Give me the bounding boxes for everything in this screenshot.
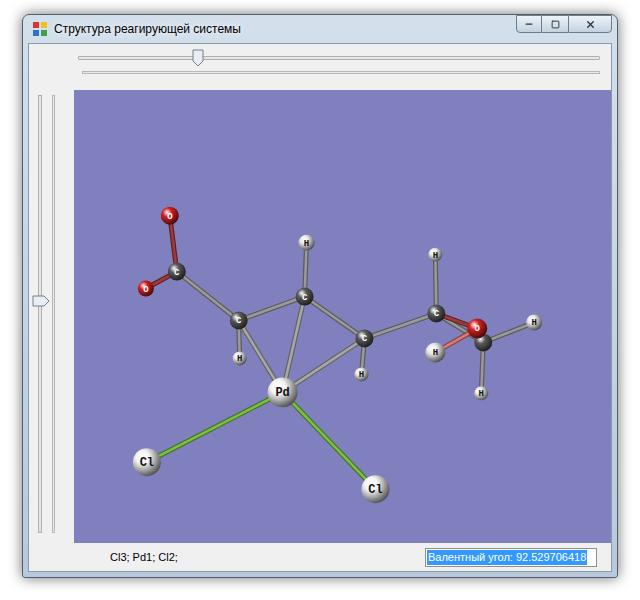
atom[interactable]: H	[354, 367, 368, 381]
window-controls	[516, 15, 612, 33]
close-button[interactable]	[568, 15, 612, 33]
atom-label: H	[237, 354, 242, 364]
slider-ticks-line	[52, 95, 55, 533]
atom[interactable]: H	[428, 248, 442, 262]
window-title: Структура реагирующей системы	[54, 20, 241, 38]
atom[interactable]: O	[467, 318, 487, 338]
atom[interactable]: C	[230, 312, 248, 330]
atom-label: Pd	[275, 386, 289, 400]
minimize-button[interactable]	[516, 15, 542, 33]
atom[interactable]: C	[168, 263, 186, 281]
maximize-icon	[551, 20, 560, 29]
atom-label: C	[302, 293, 308, 303]
atom[interactable]: Pd	[268, 377, 298, 407]
bond	[305, 297, 365, 339]
main-row: O O C C H C H C H C H O H H H Pd Cl Cl	[29, 90, 611, 543]
close-icon	[585, 19, 596, 30]
atom[interactable]: C	[427, 305, 445, 323]
desktop: Структура реагирующей системы O O C C H C H C H C H…	[0, 0, 640, 600]
atom-label: H	[433, 251, 438, 261]
atom-label: H	[479, 389, 484, 399]
atom[interactable]: H	[526, 315, 542, 331]
atom-label: H	[304, 239, 309, 249]
molecule-render[interactable]: O O C C H C H C H C H O H H H Pd Cl Cl	[74, 90, 611, 543]
atom[interactable]: H	[233, 351, 247, 365]
atom[interactable]: O	[161, 207, 179, 225]
atom[interactable]: H	[425, 342, 445, 362]
vertical-slider-inner	[29, 95, 74, 533]
atom-label: C	[362, 334, 368, 344]
title-bar: Структура реагирующей системы	[28, 15, 612, 43]
maximize-button[interactable]	[542, 15, 568, 33]
atom-label: C	[434, 310, 440, 320]
slider-thumb[interactable]	[32, 295, 50, 307]
atom-label: O	[475, 324, 481, 334]
angle-value: Валентный угол: 92.529706418	[427, 550, 587, 565]
minimize-icon	[524, 19, 534, 29]
atom[interactable]: Cl	[361, 475, 389, 503]
slider-ticks-line	[82, 71, 600, 74]
app-icon	[32, 21, 48, 37]
atom-label: O	[167, 212, 173, 222]
vertical-slider[interactable]	[29, 90, 74, 543]
atom[interactable]: C	[296, 288, 314, 306]
angle-field[interactable]: Валентный угол: 92.529706418	[425, 548, 597, 567]
atom[interactable]: C	[355, 329, 373, 347]
thumb-icon	[192, 49, 204, 67]
bond	[364, 314, 436, 339]
atom[interactable]: O	[138, 281, 154, 297]
selection-label: Cl3; Pd1; Cl2;	[110, 549, 178, 566]
bond	[239, 297, 305, 321]
atom-label: Cl	[368, 483, 382, 497]
atom-label: C	[236, 316, 242, 326]
thumb-icon	[32, 295, 50, 307]
horizontal-slider[interactable]	[78, 49, 600, 67]
atom-label: Cl	[140, 456, 154, 470]
client-area: O O C C H C H C H C H O H H H Pd Cl Cl Cl3; Pd1; Cl2; Вален…	[28, 43, 612, 572]
status-bar: Cl3; Pd1; Cl2; Валентный угол: 92.5297064…	[29, 543, 611, 571]
bond	[147, 392, 283, 462]
slider-track	[78, 56, 600, 60]
bond	[177, 272, 239, 321]
atom[interactable]: Cl	[133, 448, 161, 476]
atom-label: O	[143, 285, 149, 295]
horizontal-slider-area	[29, 44, 611, 90]
window: Структура реагирующей системы O O C C H C H C H C H…	[22, 14, 618, 578]
atom[interactable]: H	[474, 386, 488, 400]
slider-track	[38, 95, 42, 533]
bond	[283, 392, 376, 489]
atom-label: C	[174, 268, 180, 278]
atom-label: H	[433, 348, 438, 358]
slider-thumb[interactable]	[192, 49, 204, 67]
viewport[interactable]: O O C C H C H C H C H O H H H Pd Cl Cl	[74, 90, 611, 543]
atom[interactable]: H	[299, 235, 315, 251]
atom-label: H	[531, 318, 536, 328]
atom-label: H	[359, 370, 364, 380]
